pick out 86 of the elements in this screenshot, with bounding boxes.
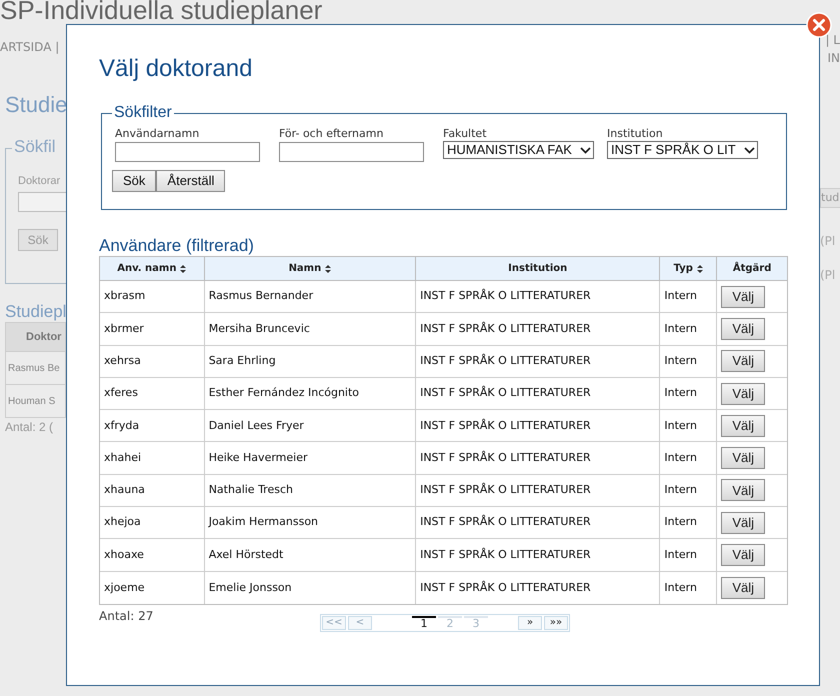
field-label: Fakultet [443,127,488,140]
field-label: Institution [607,127,664,140]
search-button[interactable]: Sök [112,170,156,192]
table-cell: Intern [660,442,718,474]
select-button[interactable]: Välj [721,318,766,340]
input-field[interactable] [115,142,260,162]
table-cell: Joakim Hermansson [204,507,416,538]
table-cell: xhejoa [100,507,205,538]
table-cell: Daniel Lees Fryer [204,410,416,442]
table-cell-text: (Pl [820,267,836,284]
dropdown[interactable]: HUMANISTISKA FAK [443,141,594,159]
table-cell: Emelie Jonsson [204,572,416,604]
column-header[interactable]: Anv. namn [100,257,205,280]
field-label: Doktorar [18,174,62,189]
page-title: SP-Individuella studieplaner [0,0,322,24]
reset-button[interactable]: Återställ [156,170,226,192]
sort-icon [180,264,186,272]
table-cell: Heike Havermeier [204,442,416,474]
table-cell: xhauna [100,474,205,506]
page-nav-button[interactable]: »» [544,616,568,630]
select-button[interactable]: Välj [721,350,766,372]
column-header[interactable]: Namn [204,257,416,280]
table-header-cell: Doktor [5,322,66,352]
table-cell: Intern [660,281,718,312]
select-button[interactable]: Välj [721,576,766,599]
table-cell: Intern [660,313,718,345]
table-cell: xbrasm [100,281,205,312]
table-cell: Intern [660,410,718,442]
table-cell: Mersiha Bruncevic [204,313,416,345]
table-cell: INST F SPRÅK O LITTERATURER [416,539,660,571]
select-button[interactable]: Välj [721,414,766,437]
table-cell: xhoaxe [100,539,205,571]
select-button[interactable]: Välj [721,382,766,405]
input-field[interactable] [18,192,66,212]
select-button[interactable]: Välj [721,479,766,502]
table-cell: INST F SPRÅK O LITTERATURER [416,474,660,506]
table-cell: INST F SPRÅK O LITTERATURER [416,378,660,410]
table-cell: INST F SPRÅK O LITTERATURER [416,281,660,312]
select-button[interactable]: Välj [721,512,766,534]
table-cell: Intern [660,474,718,506]
sort-icon [696,264,703,272]
page-nav-button[interactable]: » [518,616,542,630]
table-cell: INST F SPRÅK O LITTERATURER [416,313,660,345]
table-cell: Esther Fernández Incógnito [204,378,416,410]
column-header: Åtgärd [732,260,772,276]
page-button[interactable]: 1 [412,616,436,630]
table-cell: INST F SPRÅK O LITTERATURER [416,410,660,442]
table-cell: Sara Ehrling [204,346,416,377]
table-title: Användare (filtrerad) [99,236,255,256]
table-cell: Nathalie Tresch [204,474,416,506]
table-cell: Intern [660,507,718,538]
table-cell: Intern [660,378,718,410]
table-cell: Axel Hörstedt [204,539,416,571]
select-button[interactable]: Välj [721,447,766,470]
count-text: Antal: 27 [99,608,154,625]
table-cell: INST F SPRÅK O LITTERATURER [416,572,660,604]
column-header[interactable]: Typ [660,257,718,280]
table-cell: xfryda [100,410,205,442]
table-cell-text: (Pl [820,233,836,250]
table-cell: INST F SPRÅK O LITTERATURER [416,507,660,538]
dropdown[interactable]: INST F SPRÅK O LIT [607,141,758,159]
table-cell: Intern [660,572,718,604]
table-cell: xferes [100,378,205,410]
table-cell: INST F SPRÅK O LITTERATURER [416,442,660,474]
table-cell: Intern [660,539,718,571]
chevron-icon [580,146,591,154]
table-cell: INST F SPRÅK O LITTERATURER [416,346,660,377]
table-cell: Intern [660,346,718,377]
table-cell: xjoeme [100,572,205,604]
close-icon[interactable] [806,12,832,38]
dialog-title: Välj doktorand [99,55,254,83]
sort-icon [325,264,332,272]
select-button[interactable]: Välj [721,286,766,308]
field-label: Användarnamn [115,127,200,140]
field-label: För- och efternamn [279,127,384,140]
section-heading: Studiepl [5,302,66,322]
table-cell: Rasmus Bernander [204,281,416,312]
input-field[interactable] [279,142,424,162]
table-cell: xehrsa [100,346,205,377]
section-heading: Studie [5,92,66,118]
table-cell: xhahei [100,442,205,474]
column-header: Institution [416,257,660,280]
count-text: Antal: 2 ( [5,419,54,436]
table-cell: xbrmer [100,313,205,345]
chevron-icon [744,146,755,154]
select-button[interactable]: Välj [721,544,766,566]
